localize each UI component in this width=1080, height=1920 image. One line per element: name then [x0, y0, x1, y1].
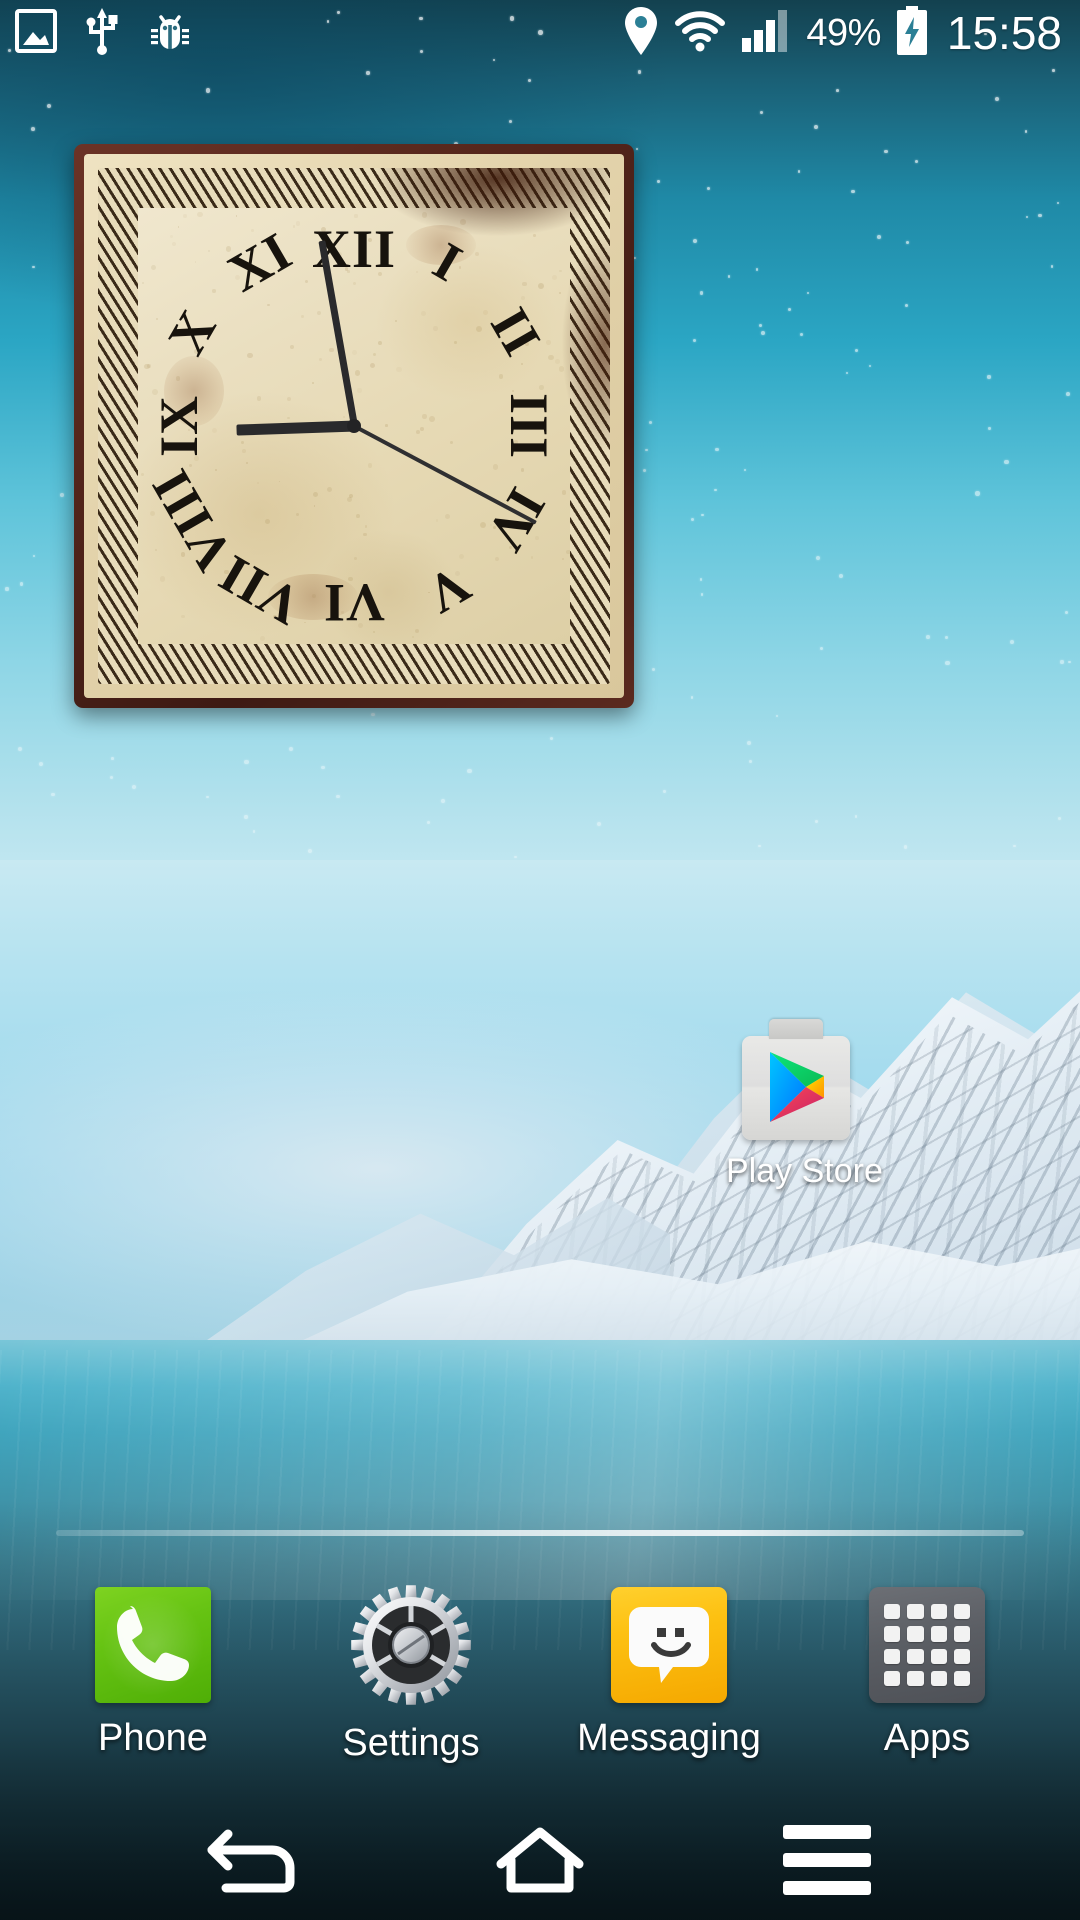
usb-icon [84, 6, 120, 61]
dock-label-messaging: Messaging [577, 1717, 761, 1759]
vintage-clock-widget[interactable]: XII I II III IV V VI VII VIII IX X XI [74, 144, 634, 708]
status-bar-clock: 15:58 [946, 7, 1062, 59]
clock-numeral-11: XI [218, 220, 303, 304]
location-pin-icon [622, 5, 660, 62]
nav-menu-button[interactable] [752, 1810, 902, 1910]
status-bar[interactable]: 49% 15:58 [0, 0, 1080, 66]
clock-hatched-border: XII I II III IV V VI VII VIII IX X XI [98, 168, 610, 684]
battery-percent-label: 49% [806, 11, 881, 54]
play-triangle-icon [770, 1052, 824, 1122]
play-store-shortcut[interactable]: Play Store [726, 1014, 883, 1190]
dock-label-apps: Apps [883, 1717, 971, 1759]
nav-home-button[interactable] [465, 1810, 615, 1910]
screenshot-icon [14, 8, 58, 59]
play-store-icon [742, 1019, 850, 1140]
wifi-icon [674, 9, 726, 58]
navigation-bar [0, 1800, 1080, 1920]
clock-face: XII I II III IV V VI VII VIII IX X XI [138, 208, 570, 644]
dock-divider [56, 1530, 1024, 1536]
clock-hour-hand [235, 420, 355, 436]
debug-bug-icon [146, 7, 194, 60]
back-arrow-icon [207, 1829, 295, 1893]
clock-center-cap [347, 419, 361, 433]
dock-item-apps[interactable]: Apps [817, 1560, 1037, 1760]
clock-numeral-6: VI [322, 572, 386, 633]
clock-numeral-4: IV [474, 478, 558, 563]
cellular-signal-icon [740, 8, 792, 59]
dock: Phone Settings Messaging Apps [0, 1560, 1080, 1800]
clock-numeral-10: X [155, 299, 228, 364]
home-icon [496, 1827, 584, 1893]
play-store-icon-handle [769, 1019, 823, 1039]
gear-icon [348, 1582, 474, 1708]
dock-label-phone: Phone [98, 1717, 208, 1759]
status-bar-left-icons [14, 6, 194, 61]
message-icon [611, 1587, 727, 1703]
clock-inlay: XII I II III IV V VI VII VIII IX X XI [84, 154, 624, 698]
clock-numeral-3: III [498, 392, 559, 460]
clock-frame: XII I II III IV V VI VII VIII IX X XI [74, 144, 634, 708]
dock-item-phone[interactable]: Phone [43, 1560, 263, 1760]
clock-numeral-2: II [479, 297, 554, 366]
apps-grid-icon [869, 1587, 985, 1703]
clock-numeral-5: V [415, 553, 480, 626]
status-bar-right-icons: 49% 15:58 [622, 5, 1062, 62]
dock-label-settings: Settings [342, 1722, 480, 1764]
nav-back-button[interactable] [178, 1810, 328, 1910]
play-store-label: Play Store [726, 1152, 883, 1190]
clock-numeral-9: IX [149, 394, 210, 458]
menu-icon [782, 1825, 871, 1895]
battery-charging-icon [895, 5, 929, 61]
dock-item-messaging[interactable]: Messaging [559, 1560, 779, 1760]
dock-item-settings[interactable]: Settings [301, 1560, 521, 1765]
phone-icon [95, 1587, 211, 1703]
